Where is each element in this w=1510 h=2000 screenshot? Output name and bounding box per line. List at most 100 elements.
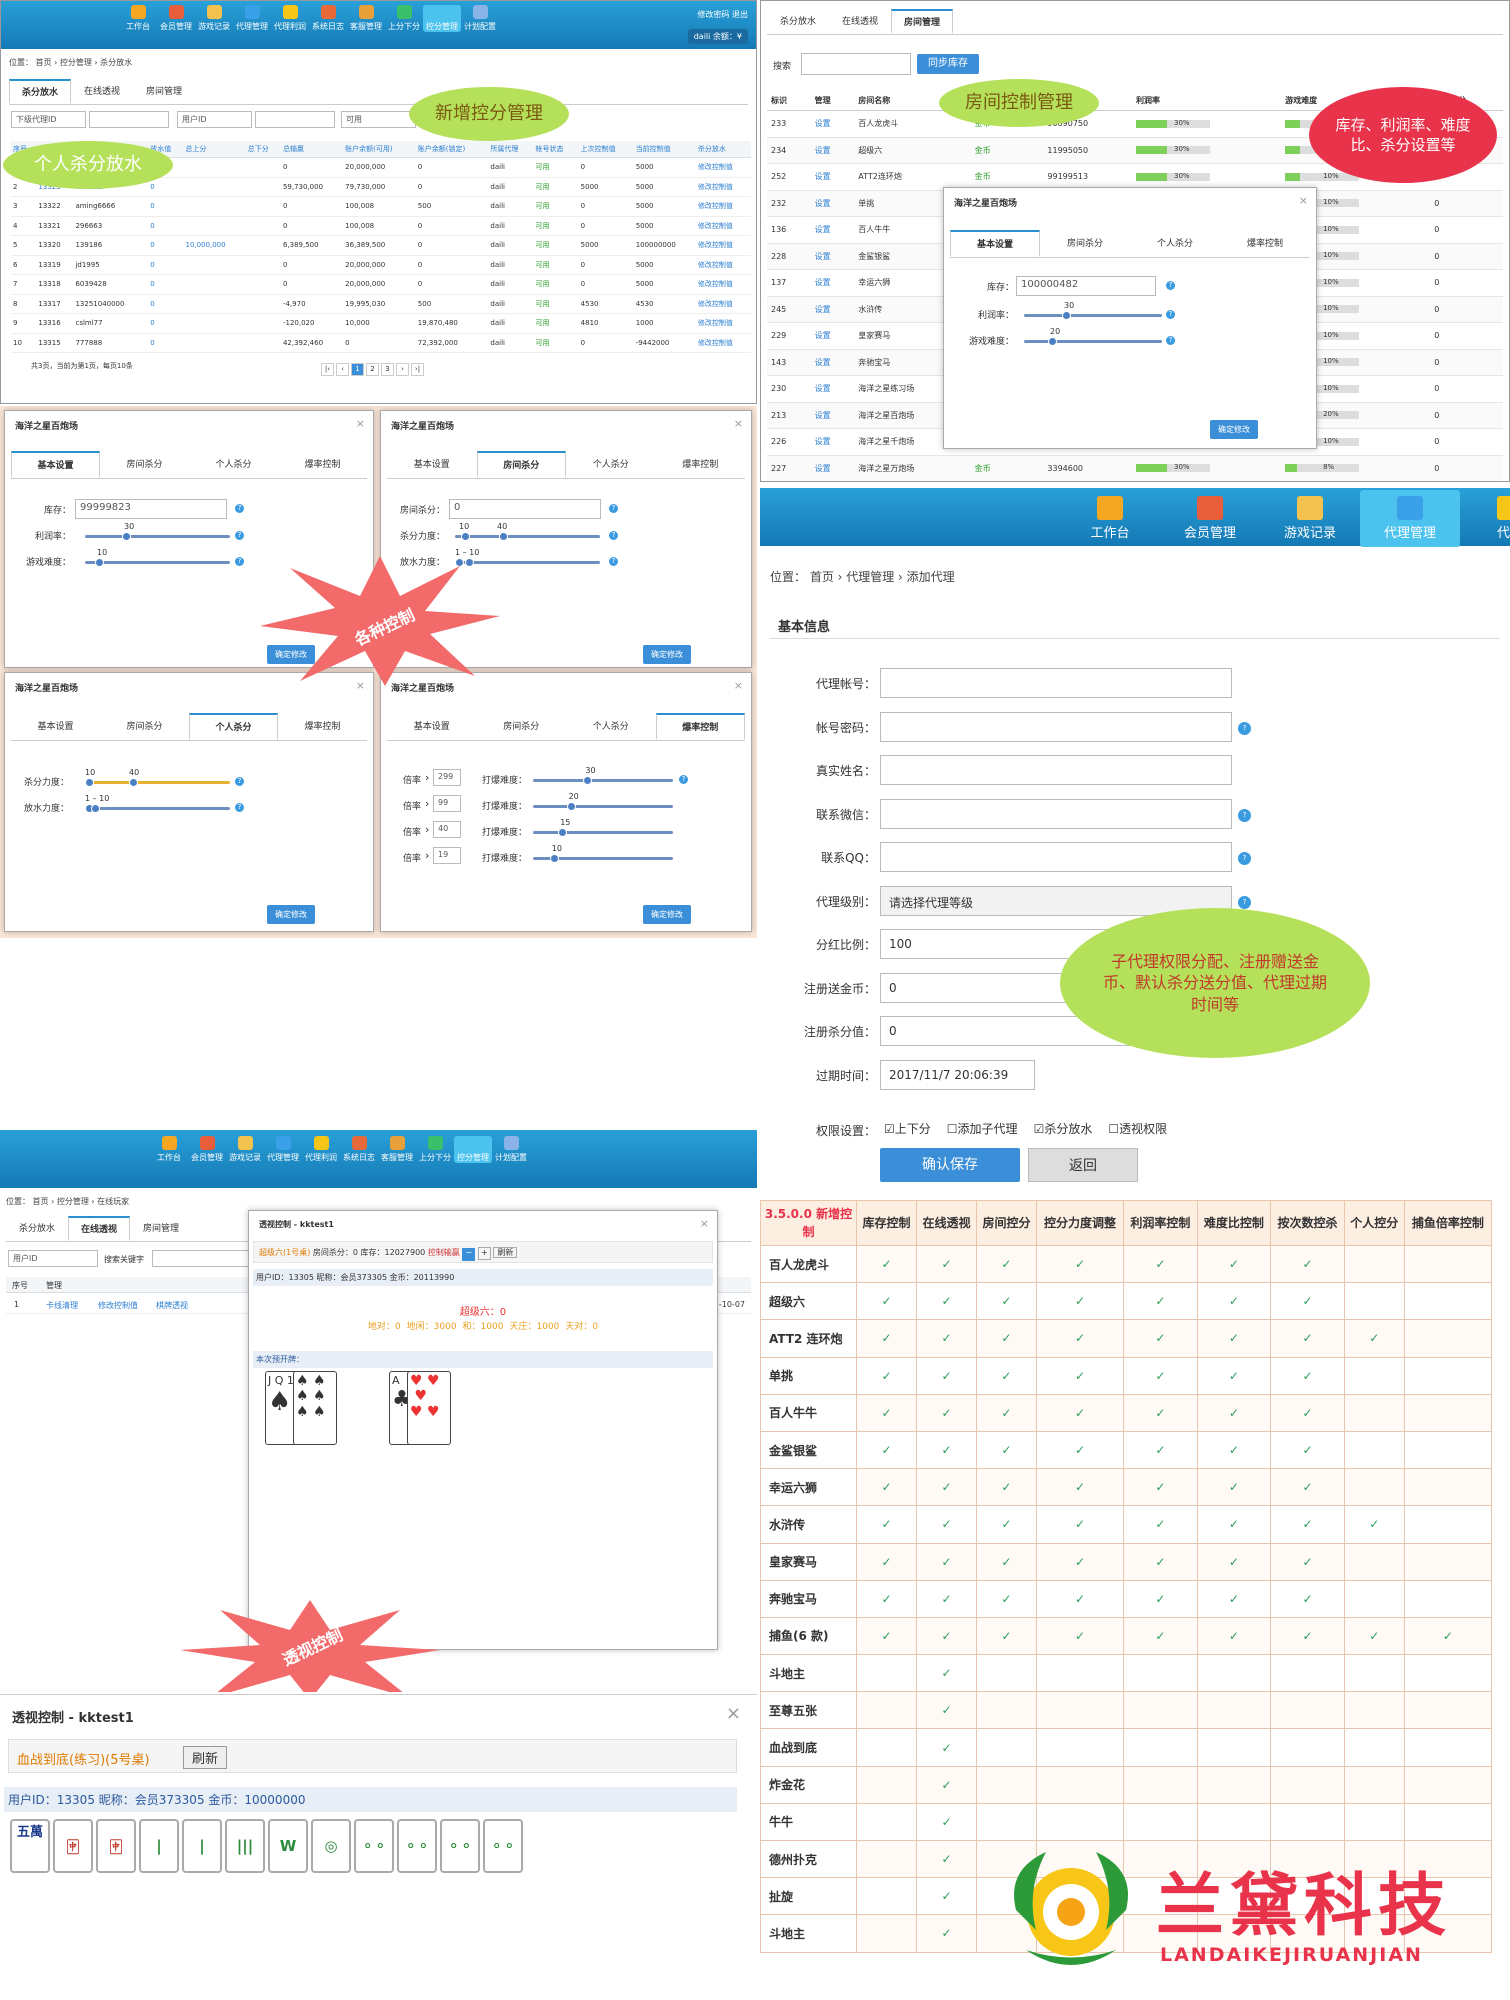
tab-burst-control[interactable]: 爆率控制 [278, 451, 367, 478]
room-kill-input[interactable]: 0 [449, 499, 601, 519]
tab-basic[interactable]: 基本设置 [11, 713, 100, 740]
nav-item[interactable]: 代理 [1460, 490, 1510, 547]
settings-link[interactable]: 设置 [810, 110, 855, 138]
edit-control-link[interactable]: 修改控制值 [695, 294, 751, 314]
edit-control-link[interactable]: 修改控制值 [695, 255, 751, 275]
tab-basic[interactable]: 基本设置 [387, 451, 477, 478]
user-id-select[interactable]: 用户ID [8, 1250, 98, 1267]
nav-item[interactable]: 代理管理 [264, 1136, 302, 1163]
nav-item[interactable]: 系统日志 [340, 1136, 378, 1163]
stock-input[interactable]: 99999823 [75, 499, 227, 519]
pager-button[interactable]: |‹ [321, 363, 334, 376]
pager-button[interactable]: ›| [411, 363, 424, 376]
tab-room-kill[interactable]: 房间杀分 [476, 451, 566, 478]
tab-kill-release[interactable]: 杀分放水 [6, 1216, 68, 1241]
hit-difficulty-slider[interactable]: 20 [533, 792, 673, 811]
confirm-button[interactable]: 确定修改 [1210, 420, 1258, 439]
tab-basic[interactable]: 基本设置 [387, 713, 477, 740]
tab-room-kill[interactable]: 房间杀分 [1040, 230, 1130, 257]
permission-checkbox[interactable]: ☐透视权限 [1108, 1120, 1167, 1137]
nav-item[interactable]: 会员管理 [188, 1136, 226, 1163]
settings-link[interactable]: 设置 [810, 375, 855, 403]
tab-online-view[interactable]: 在线透视 [68, 1216, 131, 1241]
nav-item[interactable]: 会员管理 [157, 5, 195, 32]
hit-difficulty-slider[interactable]: 10 [533, 844, 673, 863]
nav-item[interactable]: 代理管理 [1360, 490, 1460, 547]
edit-control-link[interactable]: 修改控制值 [695, 196, 751, 217]
tab-room-kill[interactable]: 房间杀分 [100, 713, 189, 740]
card-view-link[interactable]: 棋牌透视 [156, 1300, 188, 1311]
profit-slider[interactable]: 30 [1024, 301, 1162, 320]
confirm-button[interactable]: 确定修改 [643, 905, 691, 924]
tab-personal-kill[interactable]: 个人杀分 [566, 713, 656, 740]
field-input[interactable] [880, 755, 1232, 785]
tab-burst-control[interactable]: 爆率控制 [655, 713, 745, 740]
confirm-button[interactable]: 确定修改 [643, 645, 691, 664]
tab-room-kill[interactable]: 房间杀分 [477, 713, 567, 740]
back-button[interactable]: 返回 [1028, 1148, 1138, 1182]
save-button[interactable]: 确认保存 [880, 1148, 1020, 1182]
tab-personal-kill[interactable]: 个人杀分 [189, 713, 278, 740]
nav-item[interactable]: 会员管理 [1160, 490, 1260, 547]
edit-control-link[interactable]: 修改控制值 [695, 177, 751, 197]
tab-room-manage[interactable]: 房间管理 [891, 9, 954, 34]
nav-item[interactable]: 游戏记录 [1260, 490, 1360, 547]
pager-button[interactable]: ‹ [336, 363, 349, 376]
tab-burst-control[interactable]: 爆率控制 [278, 713, 367, 740]
edit-control-link[interactable]: 修改控制值 [98, 1300, 138, 1311]
pager-button[interactable]: 2 [366, 363, 379, 376]
settings-link[interactable]: 设置 [810, 163, 855, 191]
kill-strength-slider[interactable]: 10 40 [455, 522, 600, 541]
settings-link[interactable]: 设置 [810, 269, 855, 297]
settings-link[interactable]: 设置 [810, 455, 855, 481]
nav-item[interactable]: 游戏记录 [195, 5, 233, 32]
sync-stock-button[interactable]: 同步库存 [917, 54, 979, 74]
nav-item[interactable]: 工作台 [1060, 490, 1160, 547]
tab-burst-control[interactable]: 爆率控制 [656, 451, 746, 478]
edit-control-link[interactable]: 修改控制值 [695, 157, 751, 178]
nav-item[interactable]: 工作台 [150, 1136, 188, 1163]
user-id-select[interactable]: 用户ID [177, 111, 252, 128]
pager-button[interactable]: 1 [351, 363, 364, 376]
nav-item[interactable]: 计划配置 [461, 5, 499, 32]
settings-link[interactable]: 设置 [810, 428, 855, 456]
edit-control-link[interactable]: 修改控制值 [695, 235, 751, 256]
permission-checkbox[interactable]: ☑杀分放水 [1034, 1120, 1093, 1137]
field-input[interactable] [880, 668, 1232, 698]
stock-input[interactable]: 100000482 [1016, 276, 1156, 296]
nav-item[interactable]: 游戏记录 [226, 1136, 264, 1163]
nav-item[interactable]: 工作台 [119, 5, 157, 32]
kill-strength-slider[interactable]: 10 40 [85, 768, 230, 787]
tab-online-view[interactable]: 在线透视 [829, 9, 891, 34]
permission-checkbox[interactable]: ☑上下分 [884, 1120, 931, 1137]
tab-kill-release[interactable]: 杀分放水 [767, 9, 829, 34]
tab-room-kill[interactable]: 房间杀分 [100, 451, 189, 478]
permission-checkbox[interactable]: ☐添加子代理 [947, 1120, 1018, 1137]
agent-id-select[interactable]: 下级代理ID [11, 111, 86, 128]
refresh-button[interactable]: 刷新 [493, 1247, 518, 1258]
nav-item[interactable]: 客服管理 [378, 1136, 416, 1163]
pager-button[interactable]: › [396, 363, 409, 376]
clear-link[interactable]: 卡线清理 [46, 1300, 78, 1311]
plus-icon[interactable]: + [477, 1247, 491, 1260]
close-icon[interactable]: × [1299, 194, 1308, 207]
nav-item[interactable]: 控分管理 [423, 5, 461, 32]
close-icon[interactable]: × [734, 417, 743, 430]
keyword-input[interactable] [152, 1250, 252, 1267]
tab-personal-kill[interactable]: 个人杀分 [1130, 230, 1220, 257]
nav-item[interactable]: 计划配置 [492, 1136, 530, 1163]
hit-difficulty-slider[interactable]: 15 [533, 818, 673, 837]
tab-basic[interactable]: 基本设置 [950, 230, 1040, 257]
nav-item[interactable]: 上分下分 [385, 5, 423, 32]
settings-link[interactable]: 设置 [810, 402, 855, 429]
settings-link[interactable]: 设置 [810, 190, 855, 217]
top-links[interactable]: 修改密码 退出 [697, 9, 748, 20]
settings-link[interactable]: 设置 [810, 349, 855, 376]
tab-burst-control[interactable]: 爆率控制 [1220, 230, 1310, 257]
close-icon[interactable]: × [726, 1703, 741, 1724]
profit-slider[interactable]: 30 [85, 522, 230, 541]
tab-personal-kill[interactable]: 个人杀分 [189, 451, 278, 478]
difficulty-slider[interactable]: 20 [1024, 327, 1162, 346]
field-input[interactable] [880, 842, 1232, 872]
nav-item[interactable]: 上分下分 [416, 1136, 454, 1163]
